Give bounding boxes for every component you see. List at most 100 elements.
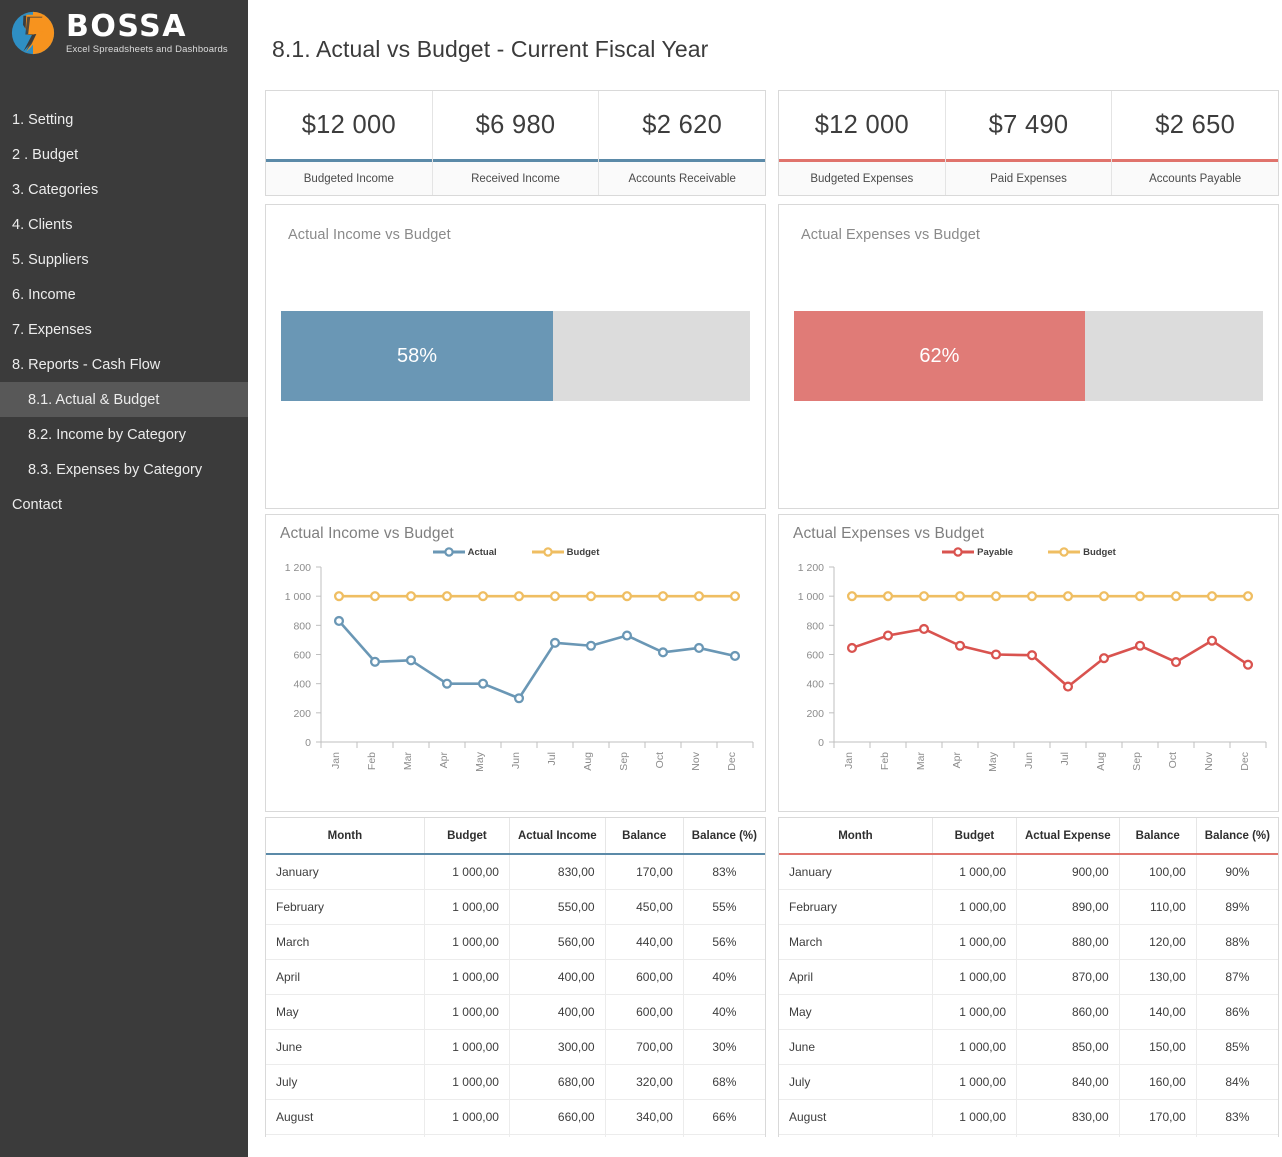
sidebar-item-3-categories[interactable]: 3. Categories: [0, 172, 248, 207]
kpi-cell: $12 000 Budgeted Income: [266, 91, 433, 195]
data-point: [1134, 640, 1146, 651]
table-row[interactable]: September1 000,00730,00270,0073%: [266, 1134, 765, 1137]
income-chart-panel: Actual Income vs Budget Actual Budget 0 20…: [265, 514, 766, 812]
table-row[interactable]: June 1 000,00 300,00 700,00 30%: [266, 1029, 765, 1065]
sidebar-item-1-setting[interactable]: 1. Setting: [0, 102, 248, 137]
sidebar-item-contact[interactable]: Contact: [0, 487, 248, 522]
table-header-row: Month Budget Actual Expense Balance Balance …: [779, 818, 1278, 855]
sidebar-item-label: 7. Expenses: [12, 321, 92, 338]
table-cell: February: [266, 889, 425, 925]
data-point: [1170, 591, 1182, 602]
y-tick-label: 400: [293, 679, 311, 691]
expense-chart-column: Actual Expenses vs Budget Payable Budget …: [778, 509, 1279, 812]
legend-item: Budget: [1047, 546, 1116, 558]
table-row[interactable]: May 1 000,00 860,00 140,00 86%: [779, 994, 1278, 1030]
x-tick-label: Dec: [726, 752, 738, 771]
kpi-cell: $2 650 Accounts Payable: [1112, 91, 1279, 195]
column-header[interactable]: Balance (%): [683, 818, 765, 855]
column-header[interactable]: Balance (%): [1196, 818, 1278, 855]
sidebar-item-5-suppliers[interactable]: 5. Suppliers: [0, 242, 248, 277]
table-row[interactable]: July 1 000,00 680,00 320,00 68%: [266, 1064, 765, 1100]
sidebar-item-8-1-actual-budget[interactable]: 8.1. Actual & Budget: [0, 382, 248, 417]
table-cell: 150,00: [1119, 1029, 1197, 1065]
legend-label: Budget: [1083, 546, 1116, 558]
data-point: [513, 693, 525, 704]
sidebar-item-7-expenses[interactable]: 7. Expenses: [0, 312, 248, 347]
table-cell: 160,00: [1119, 1064, 1197, 1100]
brand-logo[interactable]: BOSSA Excel Spreadsheets and Dashboards: [0, 0, 248, 56]
table-row[interactable]: September1 000,00820,00180,0082%: [779, 1134, 1278, 1137]
table-header-row: Month Budget Actual Income Balance Balance (…: [266, 818, 765, 855]
data-point: [693, 591, 705, 602]
table-cell: 600,00: [605, 994, 684, 1030]
table-cell: January: [266, 854, 425, 890]
sidebar-item-8-2-income-by-category[interactable]: 8.2. Income by Category: [0, 417, 248, 452]
table-row[interactable]: May 1 000,00 400,00 600,00 40%: [266, 994, 765, 1030]
sidebar-item-label: 8.1. Actual & Budget: [28, 391, 160, 408]
sidebar-item-label: 1. Setting: [12, 111, 74, 128]
data-point: [477, 678, 489, 689]
table-row[interactable]: April 1 000,00 400,00 600,00 40%: [266, 959, 765, 995]
column-header[interactable]: Balance: [605, 818, 684, 855]
column-header[interactable]: Balance: [1119, 818, 1197, 855]
table-row[interactable]: February 1 000,00 890,00 110,00 89%: [779, 889, 1278, 925]
column-header[interactable]: Budget: [424, 818, 510, 855]
legend-item: Budget: [531, 546, 599, 558]
x-tick-label: Feb: [366, 752, 378, 770]
column-header[interactable]: Actual Income: [509, 818, 606, 855]
table-cell: 820,00: [1016, 1134, 1120, 1137]
table-row[interactable]: August 1 000,00 660,00 340,00 66%: [266, 1099, 765, 1135]
table-row[interactable]: January 1 000,00 900,00 100,00 90%: [779, 854, 1278, 890]
column-header[interactable]: Month: [779, 818, 933, 855]
table-row[interactable]: February 1 000,00 550,00 450,00 55%: [266, 889, 765, 925]
table-cell: January: [779, 854, 933, 890]
table-cell: 1 000,00: [424, 924, 510, 960]
table-cell: 66%: [683, 1099, 765, 1135]
table-row[interactable]: June 1 000,00 850,00 150,00 85%: [779, 1029, 1278, 1065]
table-cell: 1 000,00: [932, 994, 1018, 1030]
sidebar-item-4-clients[interactable]: 4. Clients: [0, 207, 248, 242]
table-row[interactable]: April 1 000,00 870,00 130,00 87%: [779, 959, 1278, 995]
data-point: [441, 591, 453, 602]
table-row[interactable]: January 1 000,00 830,00 170,00 83%: [266, 854, 765, 890]
table-cell: June: [779, 1029, 933, 1065]
table-row[interactable]: March 1 000,00 560,00 440,00 56%: [266, 924, 765, 960]
x-tick-label: Mar: [402, 752, 414, 771]
table-cell: 1 000,00: [932, 889, 1018, 925]
table-cell: 180,00: [1119, 1134, 1197, 1137]
column-header[interactable]: Month: [266, 818, 425, 855]
table-cell: 88%: [1196, 924, 1278, 960]
column-header[interactable]: Actual Expense: [1016, 818, 1120, 855]
table-cell: 600,00: [605, 959, 684, 995]
x-tick-label: Aug: [1095, 752, 1107, 771]
table-cell: August: [779, 1099, 933, 1135]
kpi-cell: $12 000 Budgeted Expenses: [779, 91, 946, 195]
expense-table: Month Budget Actual Expense Balance Balance …: [779, 818, 1278, 1137]
data-point: [729, 650, 741, 662]
sidebar-item-8-reports-cash-flow[interactable]: 8. Reports - Cash Flow: [0, 347, 248, 382]
y-tick-label: 200: [806, 708, 824, 720]
sidebar-item-6-income[interactable]: 6. Income: [0, 277, 248, 312]
income-table-head: Month Budget Actual Income Balance Balance (…: [266, 818, 765, 855]
legend-item: Payable: [941, 546, 1013, 558]
sidebar-item-8-3-expenses-by-category[interactable]: 8.3. Expenses by Category: [0, 452, 248, 487]
table-cell: 400,00: [509, 959, 606, 995]
table-cell: 700,00: [605, 1029, 684, 1065]
kpi-row: $12 000 Budgeted Income $6 980 Received Inc…: [248, 90, 1281, 196]
data-point: [1206, 635, 1218, 646]
expense-table-body: January 1 000,00 900,00 100,00 90% February 1 …: [779, 854, 1278, 1137]
table-row[interactable]: July 1 000,00 840,00 160,00 84%: [779, 1064, 1278, 1100]
sidebar-item-label: 2 . Budget: [12, 146, 79, 163]
kpi-value: $2 620: [642, 110, 723, 139]
y-tick-label: 600: [806, 650, 824, 662]
expense-progress-track: 62%: [794, 311, 1263, 401]
table-row[interactable]: March 1 000,00 880,00 120,00 88%: [779, 924, 1278, 960]
data-point: [1170, 657, 1182, 668]
brand-text: BOSSA Excel Spreadsheets and Dashboards: [66, 11, 228, 55]
income-column-kpi: $12 000 Budgeted Income $6 980 Received Inc…: [265, 90, 766, 196]
income-kpi-card: $12 000 Budgeted Income $6 980 Received Inc…: [265, 90, 766, 196]
table-row[interactable]: August 1 000,00 830,00 170,00 83%: [779, 1099, 1278, 1135]
data-point: [954, 640, 966, 651]
column-header[interactable]: Budget: [932, 818, 1018, 855]
sidebar-item-2-budget[interactable]: 2 . Budget: [0, 137, 248, 172]
